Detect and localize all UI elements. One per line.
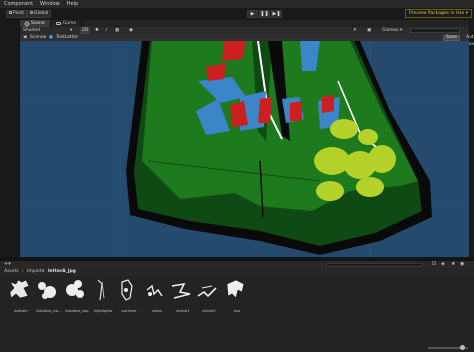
step-button[interactable]: ▶❚ — [271, 10, 282, 18]
asset-item[interactable]: sides — [144, 278, 170, 313]
prefab-icon: ● — [49, 35, 53, 40]
asset-label: stripe1 — [176, 308, 190, 313]
slider-handle[interactable] — [460, 345, 465, 350]
tab-scene[interactable]: Scene — [20, 20, 51, 27]
back-arrow-icon[interactable]: ◀ — [23, 34, 26, 41]
asset-label: stripe2 — [202, 308, 216, 313]
asset-item[interactable]: stripe2 — [196, 278, 222, 313]
asset-label: outlines — [121, 308, 137, 313]
sprite-thumbnail-icon — [226, 279, 245, 299]
asset-label: bubbles_top — [65, 308, 89, 313]
2d-toggle[interactable]: 2D — [80, 27, 91, 34]
sprite-thumbnail-icon — [197, 285, 217, 298]
asset-label: bubbles_bo... — [36, 308, 62, 313]
unity-editor-window: Component Window Help Pivot Global ▶ ❚❚ … — [0, 0, 474, 352]
letter-a-graffiti-sprite — [20, 41, 469, 257]
right-panel-edge — [469, 20, 474, 258]
sprite-thumbnail-icon — [97, 279, 105, 301]
filter-icon[interactable]: ◈ — [441, 261, 445, 268]
breadcrumb-separator: › — [43, 269, 45, 274]
scene-breadcrumb-bar: ◀ Scenes › ● TestLetter Save Auto Save — [20, 34, 474, 47]
global-icon — [30, 11, 34, 14]
menu-bar: Component Window Help — [0, 0, 474, 8]
menu-help[interactable]: Help — [67, 0, 78, 8]
lock-icon[interactable]: ⊡ — [432, 261, 436, 268]
asset-item[interactable]: bottom — [8, 278, 34, 313]
project-breadcrumb: Assets › Imports › letterA_jpg — [0, 268, 474, 276]
sprite-thumbnail-icon — [66, 280, 84, 298]
sprite-thumbnail-icon — [38, 282, 56, 299]
breadcrumb-testletter[interactable]: TestLetter — [56, 34, 78, 41]
sprite-thumbnail-icon — [121, 279, 133, 301]
menu-component[interactable]: Component — [4, 0, 33, 8]
hidden-objects-icon[interactable]: ◉ — [129, 27, 133, 34]
scene-game-tabs: Scene Game — [20, 20, 469, 27]
audio-icon[interactable]: ♪ — [105, 27, 108, 34]
breadcrumb-separator: › — [22, 269, 24, 274]
asset-item[interactable]: top — [224, 278, 250, 313]
left-panel-edge — [0, 20, 20, 258]
tab-game[interactable]: Game — [51, 20, 83, 27]
asset-item[interactable]: stripe1 — [170, 278, 196, 313]
asset-label: bottom — [14, 308, 28, 313]
pause-button[interactable]: ❚❚ — [259, 10, 270, 18]
breadcrumb-imports[interactable]: Imports — [27, 268, 44, 276]
breadcrumb-assets[interactable]: Assets — [4, 268, 19, 276]
asset-item[interactable]: bubbles_top — [64, 278, 90, 313]
asset-item[interactable]: highlights — [90, 278, 116, 313]
asset-item[interactable]: bubbles_bo... — [36, 278, 62, 313]
breadcrumb-separator: › — [44, 35, 46, 40]
favorite-icon[interactable]: ★ — [451, 261, 455, 268]
sprite-thumbnail-icon — [9, 279, 30, 299]
scene-viewport[interactable] — [20, 41, 469, 257]
shading-mode-dropdown[interactable]: Shaded — [23, 27, 40, 34]
menu-window[interactable]: Window — [40, 0, 60, 8]
game-icon — [55, 22, 61, 25]
visibility-icon[interactable]: ◉ — [460, 261, 464, 268]
pivot-icon — [9, 11, 12, 14]
global-label: Global — [34, 11, 49, 16]
asset-label: highlights — [93, 308, 113, 313]
sprite-thumbnail-icon — [171, 282, 191, 299]
play-controls: ▶ ❚❚ ▶❚ — [247, 10, 282, 18]
pivot-label: Pivot — [13, 11, 25, 16]
lighting-icon[interactable]: ✹ — [95, 27, 99, 34]
play-button[interactable]: ▶ — [247, 10, 258, 18]
project-search-input[interactable] — [326, 263, 422, 267]
pivot-toggle[interactable]: Pivot — [6, 10, 28, 18]
asset-label: top — [233, 308, 241, 313]
save-button[interactable]: Save — [443, 34, 461, 41]
global-toggle[interactable]: Global — [27, 10, 52, 18]
scene-search-input[interactable] — [410, 28, 460, 33]
scene-view-toolbar: Shaded ▾ 2D ✹ ♪ ▦ ◉ ✗ ▣ Gizmos ▾ — [20, 27, 469, 34]
breadcrumb-lettera-jpg[interactable]: letterA_jpg — [48, 268, 76, 276]
tools-icon[interactable]: ✗ — [353, 27, 357, 34]
dropdown-arrow-icon: ▾ — [70, 28, 73, 33]
tab-game-label: Game — [62, 21, 77, 26]
main-toolbar: Pivot Global — [0, 8, 474, 20]
effects-icon[interactable]: ▦ — [115, 27, 119, 34]
scene-icon — [24, 20, 30, 27]
camera-icon[interactable]: ▣ — [367, 27, 371, 34]
add-asset-icon[interactable]: +▾ — [4, 261, 11, 268]
asset-item[interactable]: outlines — [116, 278, 142, 313]
gizmos-dropdown[interactable]: Gizmos ▾ — [382, 27, 402, 34]
tab-scene-label: Scene — [31, 21, 45, 26]
asset-label: sides — [152, 308, 162, 313]
preview-packages-warning[interactable]: Preview Packages in Use ▾ — [404, 9, 472, 18]
sprite-thumbnail-icon — [146, 284, 163, 297]
